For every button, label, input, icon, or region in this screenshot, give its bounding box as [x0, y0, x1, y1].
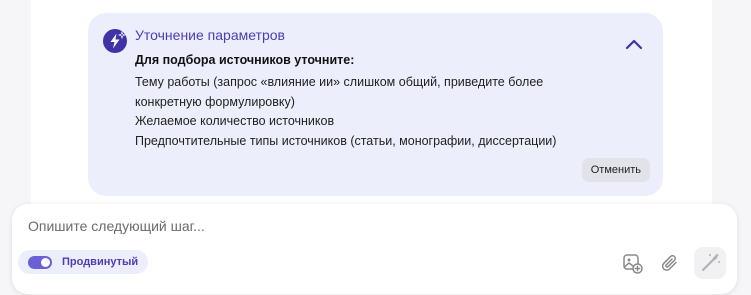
cancel-button[interactable]: Отменить	[581, 158, 650, 182]
clarification-item: Желаемое количество источников	[135, 114, 335, 128]
clarification-list: Тему работы (запрос «влияние ии» слишком…	[135, 73, 595, 151]
page: Уточнение параметров Для подбора источни…	[0, 0, 751, 295]
toggle-knob	[41, 257, 50, 267]
toggle-switch[interactable]	[28, 255, 52, 269]
lightning-sparkle-icon	[102, 28, 128, 54]
clarification-card: Уточнение параметров Для подбора источни…	[88, 13, 663, 196]
composer: Продвинутый	[12, 204, 737, 294]
paperclip-icon[interactable]	[659, 252, 681, 274]
image-add-icon[interactable]	[621, 252, 643, 274]
card-title: Уточнение параметров	[135, 27, 285, 43]
advanced-mode-toggle[interactable]: Продвинутый	[18, 250, 149, 274]
message-input[interactable]	[28, 218, 588, 234]
magic-wand-icon[interactable]	[694, 247, 726, 279]
card-subtitle: Для подбора источников уточните:	[135, 53, 355, 67]
chevron-up-icon[interactable]	[625, 37, 643, 50]
clarification-item: Предпочтительные типы источников (статьи…	[135, 133, 557, 148]
clarification-item: Тему работы (запрос «влияние ии» слишком…	[135, 75, 544, 109]
mode-label: Продвинутый	[62, 256, 139, 268]
